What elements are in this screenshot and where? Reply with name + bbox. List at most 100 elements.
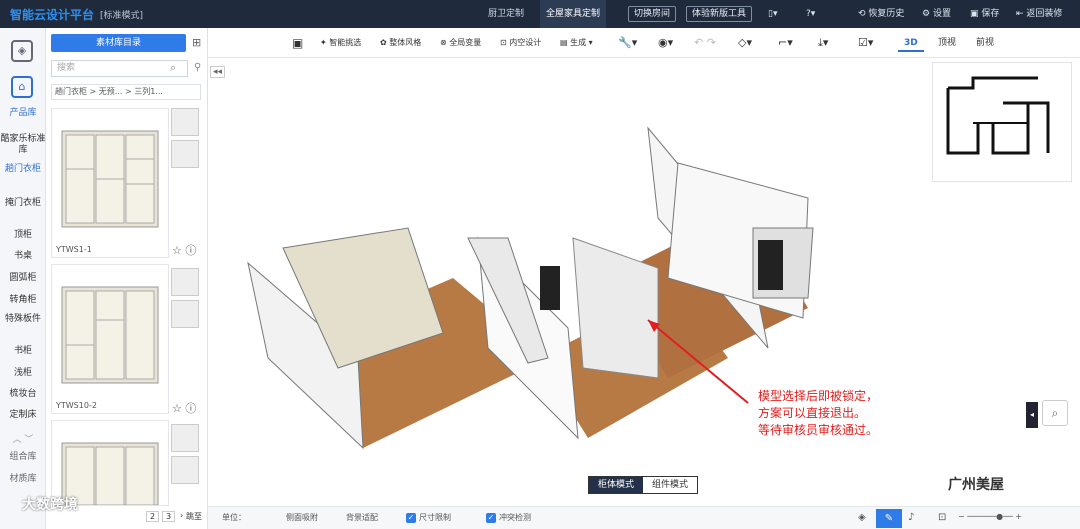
product-card[interactable]: YTWS10-2 [51,264,169,414]
style-label: 整体风格 [389,38,422,47]
cat-3[interactable]: 顶柜 [0,230,46,241]
save-label: 保存 [981,9,1000,19]
history-button[interactable]: ⟲ 恢复历史 [858,0,904,28]
favorite-icon[interactable]: ☆ ⓘ [172,242,196,258]
interior-design-tool[interactable]: ⊡ 内空设计 [500,35,541,51]
scroll-arrows[interactable]: ︿ ﹀ [0,435,46,446]
unit-label[interactable]: 单位： [222,512,246,523]
cube-icon[interactable]: ◈ [11,40,33,62]
product-lib-icon[interactable]: ⌂ [11,76,33,98]
zoom-search-icon[interactable]: ⌕ [1042,400,1068,426]
cat-2[interactable]: 掩门衣柜 [0,198,46,209]
page-3[interactable]: 3 [162,511,176,522]
global-var-tool[interactable]: ⊗ 全局变量 [440,35,481,51]
background-fit-toggle[interactable]: 背景适配 [346,512,378,523]
variant-thumbs[interactable] [171,268,201,332]
settings-button[interactable]: ⚙ 设置 [922,0,951,28]
cat-8[interactable]: 书柜 [0,346,46,357]
floorplan-minimap[interactable] [932,62,1072,182]
variant-thumbs[interactable] [171,108,201,172]
side-snap-toggle[interactable]: 侧面吸附 [286,512,318,523]
exit-button[interactable]: ⇤ 返回装修 [1016,0,1062,28]
product-lib-label[interactable]: 产品库 [0,108,46,119]
exit-label: 返回装修 [1026,9,1063,19]
cat-11[interactable]: 定制床 [0,410,46,421]
design-toolbar: ▣ ✦ 智能挑选 ✿ 整体风格 ⊗ 全局变量 ⊡ 内空设计 ▤ 生成 ▾ 🔧▾ … [208,28,1080,58]
tab-kitchen-bath[interactable]: 厨卫定制 [482,0,530,28]
file-icon[interactable]: ▯▾ [768,0,777,28]
save-button[interactable]: ▣ 保存 [970,0,999,28]
undo-redo-icon[interactable]: ↶ ↷ [694,35,716,51]
check-icon: ✓ [486,512,496,523]
cat-4[interactable]: 书桌 [0,251,46,262]
help-icon[interactable]: ?▾ [806,0,815,28]
layout-icon[interactable]: ▣ [292,35,303,51]
collision-check-checkbox[interactable]: ✓ 冲突检测 [486,512,531,523]
search-input[interactable]: 搜索 [51,60,188,77]
cat-6[interactable]: 转角柜 [0,295,46,306]
eraser-icon[interactable]: ◇▾ [738,35,752,51]
grid-toggle-icon[interactable]: ⊞ [192,36,201,49]
jump-label[interactable]: 跳至 [186,511,202,522]
page-2[interactable]: 2 [146,511,160,522]
tab-whole-house[interactable]: 全屋家具定制 [540,0,607,28]
measure-icon[interactable]: ⌐▾ [778,35,793,51]
product-card[interactable]: YTWS1-1 [51,108,169,258]
mode-label: [标准模式] [100,10,144,21]
library-directory-button[interactable]: 素材库目录 [51,34,186,52]
view-3d[interactable]: 3D [898,34,924,52]
design-viewport[interactable]: ▣ ✦ 智能挑选 ✿ 整体风格 ⊗ 全局变量 ⊡ 内空设计 ▤ 生成 ▾ 🔧▾ … [208,28,1080,529]
breadcrumb[interactable]: 趟门衣柜 > 无预... > 三列1... [51,84,201,100]
download-icon[interactable]: ⤓▾ [818,35,828,51]
mic-icon[interactable]: ♪ [908,512,914,523]
mode-switch: 柜体模式 组件模式 [588,476,699,494]
filter-icon[interactable]: ⚲ [194,62,201,73]
cat-5[interactable]: 圆弧柜 [0,273,46,284]
collision-check-label: 冲突检测 [499,513,531,522]
view-top[interactable]: 顶视 [932,34,962,52]
settings-label: 设置 [932,9,951,19]
switch-room-button[interactable]: 切换房间 [628,6,677,22]
fit-icon[interactable]: ⊡ [938,512,946,523]
smart-pick-tool[interactable]: ✦ 智能挑选 [320,35,361,51]
variant-thumbs[interactable] [171,424,201,488]
component-mode-button[interactable]: 组件模式 [643,477,698,493]
generate-tool[interactable]: ▤ 生成 ▾ [560,35,593,51]
generate-label: 生成 [570,38,587,47]
left-nav: ◈ ⌂ 产品库 酷家乐标准库 趟门衣柜 掩门衣柜 顶柜 书桌 圆弧柜 转角柜 特… [0,28,46,529]
zoom-slider[interactable]: − ──────●── + [958,512,1022,521]
floorplan-drawing [946,76,1050,155]
check-icon: ✓ [406,512,416,523]
eye-icon[interactable]: ◉▾ [658,35,673,51]
cabinet-mode-button[interactable]: 柜体模式 [589,477,644,493]
cat-0[interactable]: 酷家乐标准库 [0,134,46,156]
annotation-line: 等待审核员审核通过。 [758,423,879,437]
view-front[interactable]: 前视 [970,34,1000,52]
cat-7[interactable]: 特殊板件 [0,314,46,325]
style-tool[interactable]: ✿ 整体风格 [380,35,421,51]
wardrobe-thumbnail [61,130,159,228]
favorite-icon[interactable]: ☆ ⓘ [172,400,196,416]
group-lib[interactable]: 组合库 [0,452,46,463]
side-collapse-icon[interactable]: ◂ [1026,402,1038,428]
next-page-icon[interactable]: › [180,511,183,520]
check-icon[interactable]: ☑▾ [858,35,873,51]
size-limit-checkbox[interactable]: ✓ 尺寸限制 [406,512,451,523]
cat-1[interactable]: 趟门衣柜 [0,164,46,175]
brush-icon[interactable]: ✎ [876,509,902,528]
watermark-left: 大数跨境 [22,497,78,513]
cat-10[interactable]: 梳妆台 [0,389,46,400]
try-new-tool-button[interactable]: 体验新版工具 [686,6,753,22]
cat-9[interactable]: 浅柜 [0,368,46,379]
product-name: YTWS10-2 [56,401,97,410]
global-var-label: 全局变量 [449,38,482,47]
cube-view-icon[interactable]: ◈ [858,512,866,523]
material-lib[interactable]: 材质库 [0,474,46,485]
status-bar: 单位： 侧面吸附 背景适配 ✓ 尺寸限制 ✓ 冲突检测 ◈ ✎ ♪ ⊡ − ────… [208,506,1080,529]
annotation-text: 模型选择后即被锁定， 方案可以直接退出。 等待审核员审核通过。 [758,388,878,439]
wrench-icon[interactable]: 🔧▾ [618,35,637,51]
product-name: YTWS1-1 [56,245,92,254]
search-icon[interactable]: ⌕ [170,61,176,75]
smart-pick-label: 智能挑选 [329,38,362,47]
wardrobe-thumbnail [61,286,159,384]
